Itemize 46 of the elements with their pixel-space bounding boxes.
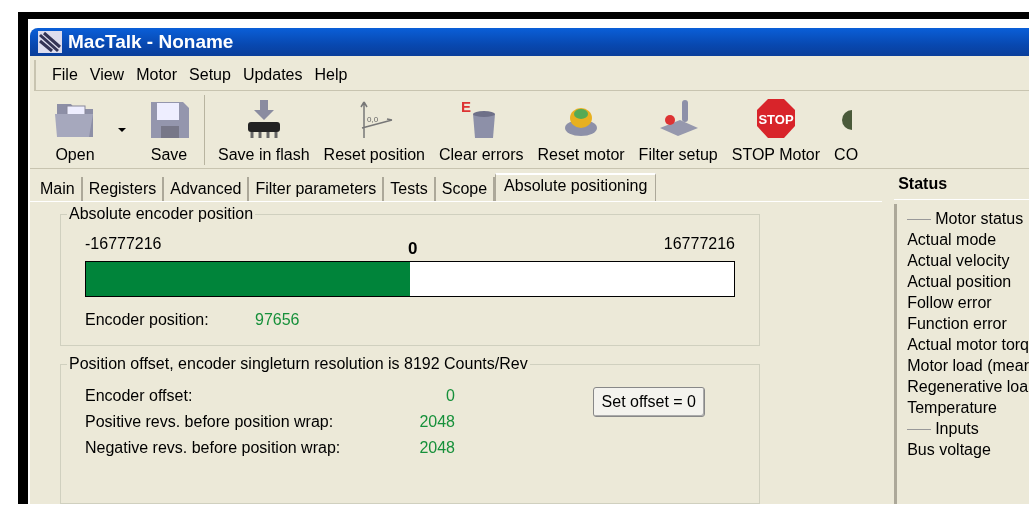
toolbar-button[interactable]: Reset motor [530,98,632,164]
status-label: Actual mode [907,231,998,249]
toolbar-button[interactable]: E Clear errors [432,98,531,164]
menu-item[interactable]: Setup [183,64,237,86]
group-title: Absolute encoder position [67,205,256,223]
field-label: Encoder offset: [85,387,194,405]
toolbar-button[interactable]: STOP STOP Motor [724,98,828,164]
toolbar-button[interactable]: CO [827,98,866,164]
status-label: Temperature [907,399,998,417]
toolbar-button[interactable]: Filter setup [631,98,725,164]
section-heading: Inputs [907,420,1029,438]
status-label: Actual position [907,273,1013,291]
menu-item[interactable]: File [46,64,84,86]
toolbar-button[interactable]: 0,0 Reset position [316,98,432,164]
field-value: 2048 [418,439,455,457]
menu-item[interactable]: Motor [130,64,184,86]
status-label: Actual motor torq [907,336,1029,354]
status-label: Bus voltage [907,441,992,459]
status-label: Motor load (mear [907,357,1029,375]
field-value: 0 [445,387,455,405]
toolbar-button[interactable]: Open [46,98,104,164]
menu-item[interactable]: View [83,64,131,86]
section-heading: Motor status [907,210,1029,228]
window-title: MacTalk - Noname [68,31,234,53]
status-label: Actual velocity [907,252,1011,270]
menu-item[interactable]: Help [308,64,354,86]
field-label: Positive revs. before position wrap: [85,413,335,431]
toolbar-button[interactable]: Save in flash [211,98,317,164]
set-offset-button[interactable]: Set offset = 0 [592,387,705,417]
field-value: 97656 [255,311,300,329]
tab[interactable]: Absolute positioning [495,173,657,201]
field-value: 2048 [418,413,455,431]
status-label: Function error [907,315,1008,333]
group-title: Position offset, encoder singleturn resolution is 8192 Counts/Rev [67,355,530,373]
status-label: Regenerative loa [907,378,1029,396]
scale-center-label: 0 [407,239,418,259]
status-title: Status [894,169,1029,200]
menu-item[interactable]: Updates [236,64,309,86]
toolbar-button[interactable]: Save [140,98,198,164]
scale-max-label: 16777216 [663,235,735,253]
status-label: Follow error [907,294,993,312]
field-label: Encoder position: [85,311,210,329]
scale-min-label: -16777216 [85,235,162,253]
caret-icon[interactable] [118,127,126,132]
app-logo-icon [38,31,62,53]
field-label: Negative revs. before position wrap: [85,439,342,457]
